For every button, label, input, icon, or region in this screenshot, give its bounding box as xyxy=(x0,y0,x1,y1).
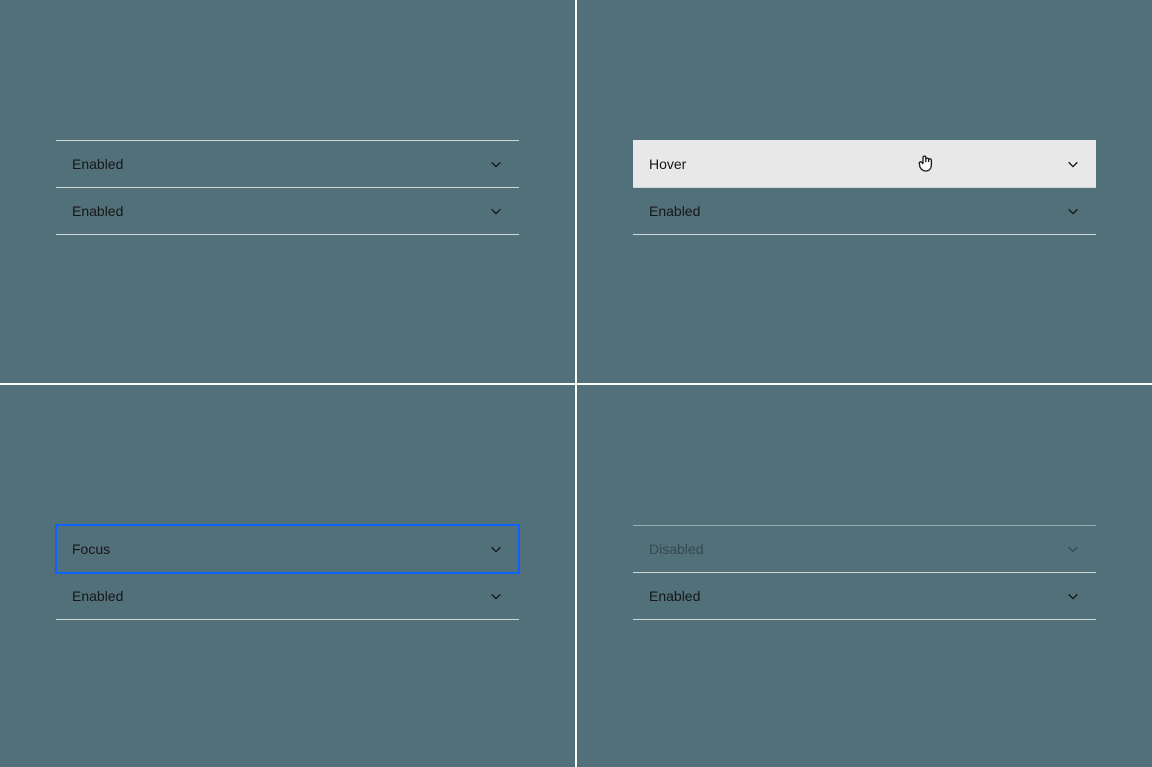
chevron-down-icon xyxy=(1066,204,1080,218)
accordion-row[interactable]: Enabled xyxy=(56,140,519,188)
quadrant-hover: Hover Enabled xyxy=(576,0,1152,384)
quadrant-disabled: Disabled Enabled xyxy=(576,384,1152,767)
chevron-down-icon xyxy=(489,589,503,603)
accordion-label: Focus xyxy=(72,541,110,557)
accordion-label: Enabled xyxy=(72,588,123,604)
accordion-row[interactable]: Enabled xyxy=(56,187,519,235)
accordion-row: Disabled xyxy=(633,525,1096,573)
accordion-label: Enabled xyxy=(649,203,700,219)
chevron-down-icon xyxy=(1066,157,1080,171)
accordion-row[interactable]: Enabled xyxy=(633,187,1096,235)
quadrant-enabled: Enabled Enabled xyxy=(0,0,576,384)
chevron-down-icon xyxy=(1066,589,1080,603)
state-grid: Enabled Enabled Hover Enabled xyxy=(0,0,1152,767)
accordion-label: Enabled xyxy=(72,203,123,219)
chevron-down-icon xyxy=(489,542,503,556)
accordion-label: Disabled xyxy=(649,541,703,557)
quadrant-focus: Focus Enabled xyxy=(0,384,576,767)
hand-cursor-icon xyxy=(916,153,936,178)
accordion-row[interactable]: Enabled xyxy=(56,572,519,620)
accordion-label: Hover xyxy=(649,156,686,172)
accordion-label: Enabled xyxy=(649,588,700,604)
chevron-down-icon xyxy=(489,157,503,171)
chevron-down-icon xyxy=(489,204,503,218)
accordion-row[interactable]: Enabled xyxy=(633,572,1096,620)
chevron-down-icon xyxy=(1066,542,1080,556)
accordion-label: Enabled xyxy=(72,156,123,172)
accordion-row[interactable]: Hover xyxy=(633,140,1096,188)
accordion-row[interactable]: Focus xyxy=(56,525,519,573)
